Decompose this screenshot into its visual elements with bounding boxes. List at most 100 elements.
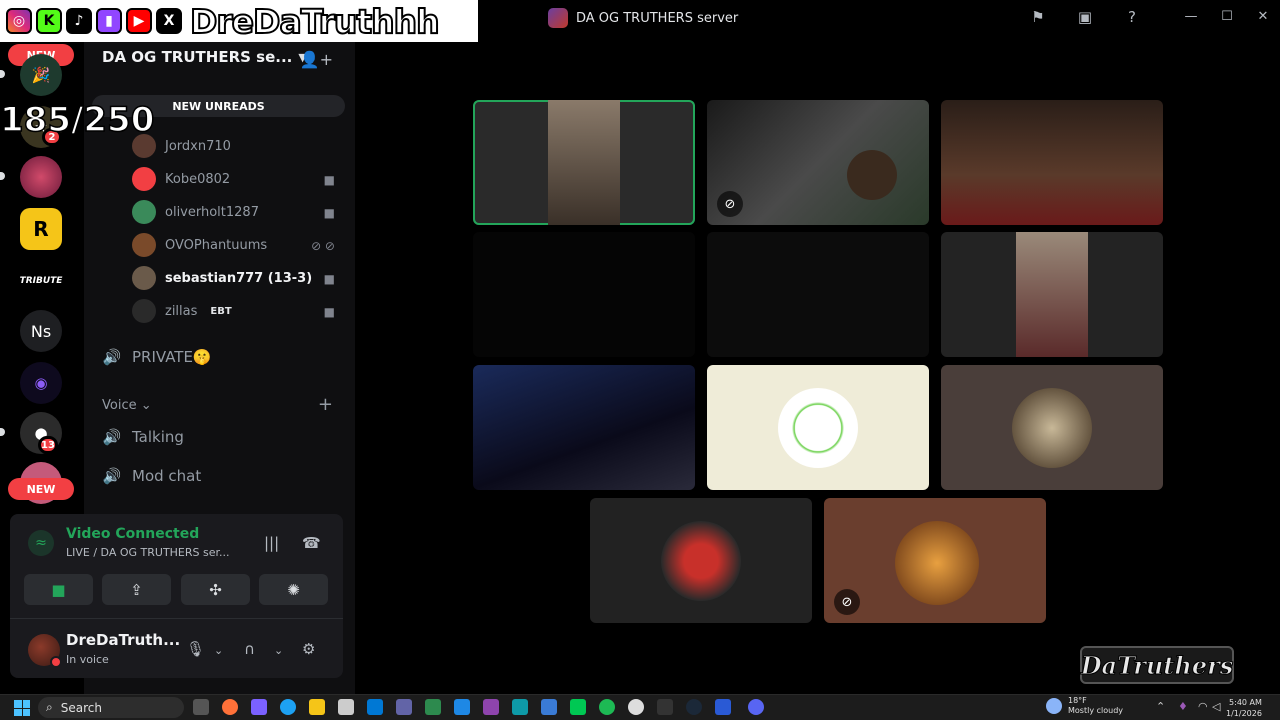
server-tribute-icon[interactable]: TRIBUTE	[20, 260, 62, 302]
server-rockstar-icon[interactable]: R	[20, 208, 62, 250]
help-icon[interactable]: ?	[1122, 7, 1142, 27]
minimize-icon[interactable]: —	[1176, 6, 1206, 26]
voice-member[interactable]: OVOPhantuums	[132, 231, 267, 259]
teams-icon[interactable]	[396, 699, 412, 715]
video-tile[interactable]	[941, 232, 1163, 357]
twitch-icon: ▮	[96, 8, 122, 34]
video-tile[interactable]	[941, 100, 1163, 225]
member-name: zillas	[165, 303, 198, 319]
channel-private[interactable]: 🔊 PRIVATE🤫	[102, 347, 212, 367]
taskbar-search[interactable]: ⌕ Search	[38, 697, 184, 718]
channel-talking[interactable]: 🔊 Talking	[102, 427, 184, 447]
camera-icon: ■	[323, 272, 335, 286]
youtube-icon: ▶	[126, 8, 152, 34]
voice-member[interactable]: Kobe0802	[132, 165, 230, 193]
unread-pill	[0, 172, 5, 180]
tiktok-icon: ♪	[66, 8, 92, 34]
wifi-icon[interactable]: ◠	[1198, 700, 1208, 713]
app-icon[interactable]	[715, 699, 731, 715]
voice-member[interactable]: oliverholt1287	[132, 198, 259, 226]
add-member-icon[interactable]: 👤+	[300, 50, 333, 69]
maximize-icon[interactable]: ☐	[1212, 6, 1242, 26]
server-ghost-icon[interactable]: ◉	[20, 362, 62, 404]
task-view-icon[interactable]	[193, 699, 209, 715]
store-icon[interactable]	[338, 699, 354, 715]
add-channel-icon[interactable]: +	[318, 394, 333, 415]
video-tile[interactable]	[707, 365, 929, 490]
voice-member[interactable]: sebastian777 (13-3)	[132, 264, 312, 292]
voice-location[interactable]: LIVE / DA OG TRUTHERS ser...	[66, 546, 230, 559]
app-tray-icon[interactable]: ♦	[1178, 700, 1188, 713]
unread-pill	[0, 428, 5, 436]
camera-button[interactable]: ■	[24, 574, 93, 605]
speaker-icon: 🔊	[102, 467, 122, 485]
voice-member[interactable]: zillas EBT	[132, 297, 232, 325]
epic-games-icon[interactable]	[657, 699, 673, 715]
kick-icon: K	[36, 8, 62, 34]
server-party-icon[interactable]: 🎉	[20, 54, 62, 96]
firefox-icon[interactable]	[222, 699, 238, 715]
app-icon[interactable]	[425, 699, 441, 715]
video-tile[interactable]	[707, 232, 929, 357]
app-icon[interactable]	[570, 699, 586, 715]
unread-pill	[0, 70, 5, 78]
channel-label: Talking	[132, 428, 184, 446]
video-tile[interactable]	[473, 232, 695, 357]
copilot-icon[interactable]	[251, 699, 267, 715]
app-icon[interactable]	[512, 699, 528, 715]
file-explorer-icon[interactable]	[309, 699, 325, 715]
app-icon[interactable]	[483, 699, 499, 715]
video-tile[interactable]	[590, 498, 812, 623]
video-tile[interactable]: ⊘	[707, 100, 929, 225]
edge-icon[interactable]	[280, 699, 296, 715]
chevron-down-icon[interactable]: ⌄	[214, 644, 223, 657]
channel-label: Mod chat	[132, 467, 202, 485]
discord-icon[interactable]	[748, 699, 764, 715]
server-ns-icon[interactable]: Ns	[20, 310, 62, 352]
divider	[10, 618, 343, 619]
flag-icon[interactable]: ⚑	[1028, 7, 1048, 27]
inbox-icon[interactable]: ▣	[1075, 7, 1095, 27]
server-title-text: DA OG TRUTHERS server	[576, 10, 739, 26]
signal-icon[interactable]: ≈	[28, 530, 54, 556]
soundboard-button[interactable]: ✺	[259, 574, 328, 605]
disconnect-icon[interactable]: ☎	[302, 534, 321, 552]
clock[interactable]: 5:40 AM 1/1/2026	[1226, 697, 1262, 719]
close-icon[interactable]: ✕	[1248, 6, 1278, 26]
camera-icon: ■	[323, 173, 335, 187]
activities-button[interactable]: ✣	[181, 574, 250, 605]
screen-share-button[interactable]: ⇪	[102, 574, 171, 605]
microphone-icon[interactable]: 🎙	[186, 640, 205, 658]
channel-mod-chat[interactable]: 🔊 Mod chat	[102, 466, 202, 486]
new-indicator-bottom[interactable]: NEW	[8, 478, 74, 500]
avatar	[895, 520, 979, 605]
voice-status: Video Connected	[66, 526, 200, 542]
server-header[interactable]: DA OG TRUTHERS se... ▼	[102, 48, 307, 66]
outlook-icon[interactable]	[367, 699, 383, 715]
server-avatar-icon[interactable]	[20, 156, 62, 198]
steam-icon[interactable]	[686, 699, 702, 715]
noise-suppression-icon[interactable]: |||	[264, 534, 279, 552]
chrome-icon[interactable]	[628, 699, 644, 715]
video-tile[interactable]	[941, 365, 1163, 490]
windows-start-icon[interactable]	[14, 700, 30, 716]
app-icon[interactable]	[454, 699, 470, 715]
member-name: Kobe0802	[165, 171, 231, 187]
speaker-icon: 🔊	[102, 428, 122, 446]
weather-widget[interactable]: 18°F Mostly cloudy	[1046, 696, 1123, 716]
app-icon[interactable]	[541, 699, 557, 715]
video-tile[interactable]	[473, 365, 695, 490]
volume-icon[interactable]: ◁	[1212, 700, 1220, 713]
video-tile[interactable]	[473, 100, 695, 225]
watermark-logo: DaTruthers	[1080, 646, 1234, 684]
category-voice[interactable]: Voice ⌄	[102, 398, 152, 413]
headphones-icon[interactable]: ∩	[244, 640, 255, 658]
settings-gear-icon[interactable]: ⚙	[302, 640, 315, 658]
chevron-down-icon[interactable]: ⌄	[274, 644, 283, 657]
muted-mic-icon: ⊘	[717, 191, 743, 217]
video-tile[interactable]: ⊘	[824, 498, 1046, 623]
user-name[interactable]: DreDaTruth...	[66, 631, 180, 649]
avatar	[132, 299, 156, 323]
spotify-icon[interactable]	[599, 699, 615, 715]
chevron-up-icon[interactable]: ⌃	[1156, 700, 1165, 713]
